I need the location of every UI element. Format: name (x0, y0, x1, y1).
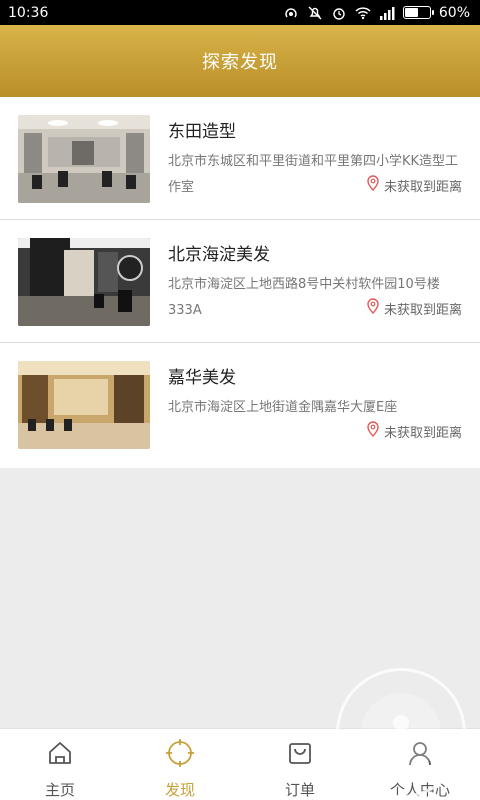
distance-info: 未获取到距离 (366, 298, 462, 318)
shop-thumbnail (18, 238, 150, 326)
list-item[interactable]: 北京海淀美发 北京市海淀区上地西路8号中关村软件园10号楼333A 未获取到距离 (0, 220, 480, 343)
shop-name: 东田造型 (168, 122, 236, 142)
wifi-icon (355, 5, 371, 21)
shop-thumbnail (18, 361, 150, 449)
status-bar: 10:36 60% (0, 0, 480, 25)
shop-name: 嘉华美发 (168, 368, 236, 388)
shop-thumbnail (18, 115, 150, 203)
tab-label: 主页 (44, 781, 75, 799)
tab-label: 发现 (164, 781, 195, 799)
shop-list: 东田造型 北京市东城区和平里街道和平里第四小学KK造型工作室 未获取到距离 北京… (0, 97, 480, 468)
signal-icon (379, 5, 395, 21)
tab-discover[interactable]: 发现 (120, 729, 240, 800)
page-title: 探索发现 (202, 52, 278, 73)
user-icon (406, 739, 434, 771)
distance-text: 未获取到距离 (383, 179, 462, 195)
list-item[interactable]: 嘉华美发 北京市海淀区上地街道金隅嘉华大厦E座 未获取到距离 (0, 343, 480, 468)
header: 探索发现 (0, 25, 480, 97)
battery-percent: 60% (438, 4, 470, 21)
tab-home[interactable]: 主页 (0, 729, 120, 800)
list-item[interactable]: 东田造型 北京市东城区和平里街道和平里第四小学KK造型工作室 未获取到距离 (0, 97, 480, 220)
distance-info: 未获取到距离 (366, 421, 462, 441)
compass-icon (166, 739, 194, 771)
bag-icon (286, 739, 314, 771)
shop-name: 北京海淀美发 (168, 245, 270, 265)
tab-orders[interactable]: 订单 (240, 729, 360, 800)
status-icons: 60% (283, 5, 470, 21)
battery-icon (402, 6, 434, 19)
home-icon (46, 739, 74, 771)
alarm-icon (331, 5, 347, 21)
status-time: 10:36 (8, 4, 49, 21)
distance-text: 未获取到距离 (383, 302, 462, 318)
location-pin-icon (366, 175, 380, 195)
distance-info: 未获取到距离 (366, 175, 462, 195)
tab-label: 个人中心 (389, 781, 450, 799)
location-pin-icon (366, 421, 380, 441)
tab-profile[interactable]: 个人中心 (360, 729, 480, 800)
location-pin-icon (366, 298, 380, 318)
bottom-tab-bar: 主页 发现 订单 个人中心 (0, 728, 480, 800)
tab-label: 订单 (284, 781, 315, 799)
distance-text: 未获取到距离 (383, 425, 462, 441)
mute-icon (307, 5, 323, 21)
shop-address: 北京市海淀区上地街道金隅嘉华大厦E座 (168, 400, 398, 415)
hotspot-icon (283, 5, 299, 21)
